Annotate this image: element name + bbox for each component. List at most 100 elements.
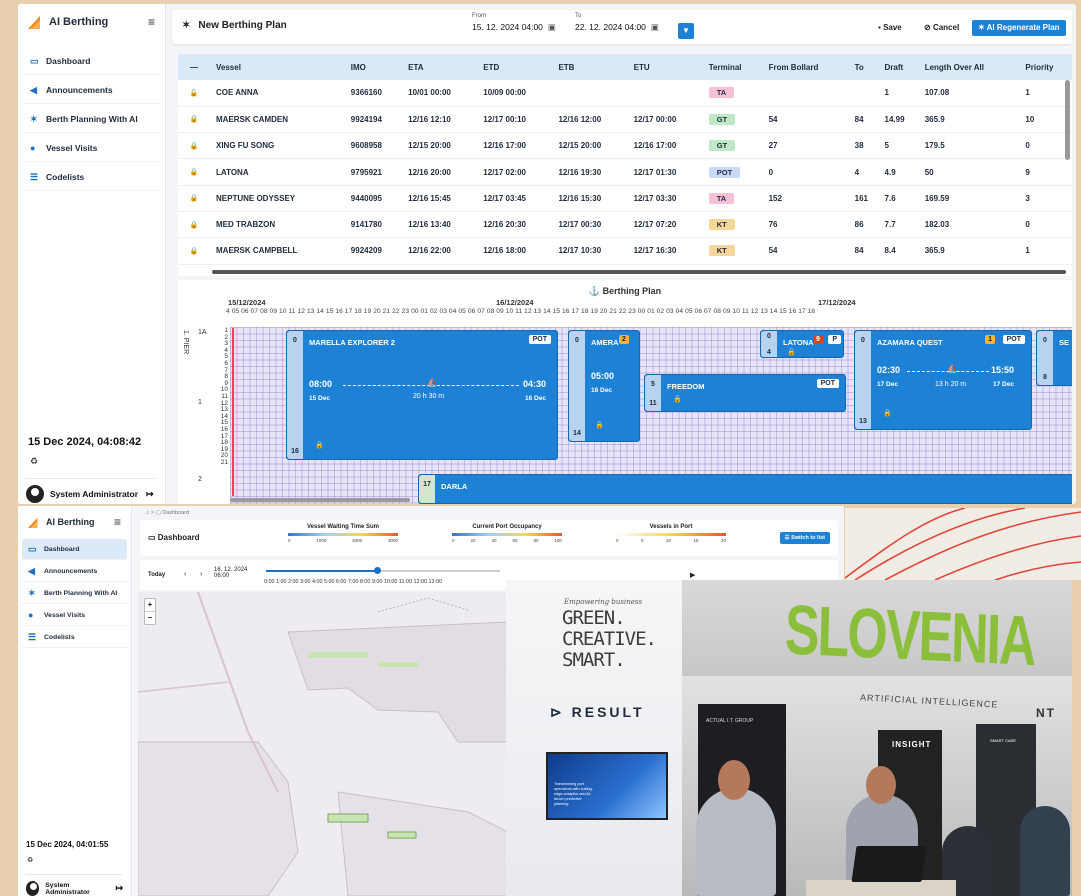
- filter-icon: ▼: [682, 26, 690, 35]
- vessel-block[interactable]: 5 11 FREEDOM POT 🔒: [644, 374, 846, 412]
- next-icon[interactable]: ›: [200, 571, 202, 578]
- table-row[interactable]: 🔒 MAERSK CAMPBELL 9924209 12/16 22:00 12/16 …: [178, 237, 1072, 265]
- calendar-icon[interactable]: ▣: [651, 22, 659, 33]
- vertical-scrollbar[interactable]: [1065, 80, 1070, 160]
- column-header[interactable]: Vessel: [210, 54, 345, 80]
- lock-icon[interactable]: 🔒: [178, 106, 210, 134]
- table-cell: 27: [762, 132, 849, 160]
- eta-time: 05:00: [591, 371, 615, 381]
- nav-dashboard[interactable]: ▭ Dashboard: [24, 48, 159, 75]
- vessel-block[interactable]: 0 14 AMERA 2 05:00 16 Dec 🔒: [568, 330, 640, 442]
- table-row[interactable]: 🔓 COE ANNA 9366160 10/01 00:00 10/09 00:00 TA…: [178, 80, 1072, 107]
- table-row[interactable]: 🔒 LATONA 9795921 12/16 20:00 12/17 02:00 12/1…: [178, 158, 1072, 186]
- table-row[interactable]: 🔒 MED TRABZON 9141780 12/16 13:40 12/16 20:3…: [178, 211, 1072, 239]
- sidebar: AI Berthing ≡ ▭ Dashboard ◀ Announcements …: [18, 506, 132, 896]
- bollard-from: 0: [293, 337, 297, 344]
- from-date[interactable]: From 15. 12. 2024 04:00 ▣: [472, 13, 556, 33]
- terminal-cell: TA: [702, 80, 763, 107]
- column-header[interactable]: Terminal: [702, 54, 763, 80]
- magic-wand-icon: ✶: [28, 587, 36, 598]
- brand[interactable]: AI Berthing ≡: [18, 4, 165, 40]
- play-icon[interactable]: ▶: [690, 571, 695, 579]
- nav-label: Vessel Visits: [44, 611, 86, 619]
- column-header[interactable]: ETB: [552, 54, 628, 80]
- column-header[interactable]: From Bollard: [762, 54, 849, 80]
- plan-scrollbar[interactable]: [230, 498, 410, 502]
- brand[interactable]: AI Berthing ≡: [18, 506, 131, 538]
- nav-codelists[interactable]: ☰ Codelists: [22, 627, 127, 648]
- nav-announcements[interactable]: ◀ Announcements: [24, 77, 159, 104]
- table-cell: 0: [762, 158, 849, 186]
- timeline-handle[interactable]: [374, 567, 381, 574]
- legend-waiting-time: Vessel Waiting Time Sum 0 1000 2000 3000: [288, 524, 398, 543]
- hamburger-menu-icon[interactable]: ≡: [148, 15, 155, 29]
- laptop: [851, 846, 927, 882]
- user-menu[interactable]: System Administrator ↦: [26, 478, 157, 503]
- slogan-line: GREEN.: [562, 607, 626, 629]
- filter-button[interactable]: ▼: [678, 23, 694, 39]
- to-date[interactable]: To 22. 12. 2024 04:00 ▣: [575, 13, 659, 33]
- horizontal-scrollbar[interactable]: [212, 270, 1066, 274]
- lock-icon[interactable]: 🔒: [178, 237, 210, 265]
- table-cell: 54: [762, 106, 849, 134]
- timeline-progress: [266, 570, 378, 572]
- table-cell: 10/01 00:00: [402, 80, 478, 107]
- calendar-icon[interactable]: ▣: [548, 22, 556, 33]
- table-row[interactable]: 🔒 NEPTUNE ODYSSEY 9440095 12/16 15:45 12/17 …: [178, 185, 1072, 212]
- table-cell: 107.08: [918, 80, 1020, 107]
- terminal-cell: KT: [702, 237, 763, 265]
- save-button[interactable]: ▪ Save: [872, 20, 908, 36]
- lock-icon[interactable]: 🔒: [178, 211, 210, 239]
- cancel-button[interactable]: ⊘ Cancel: [918, 20, 965, 36]
- nav-vessel-visits[interactable]: ● Vessel Visits: [22, 605, 127, 626]
- column-header[interactable]: IMO: [344, 54, 403, 80]
- zoom-out-icon[interactable]: −: [145, 611, 155, 624]
- table-cell: 8.4: [878, 237, 919, 265]
- prev-icon[interactable]: ‹: [184, 571, 186, 578]
- nav-vessel-visits[interactable]: ● Vessel Visits: [24, 135, 159, 162]
- ai-regenerate-button[interactable]: ✶ AI Regenerate Plan: [972, 20, 1066, 36]
- vessel-block[interactable]: 0 16 MARELLA EXPLORER 2 POT 08:00 15 Dec …: [286, 330, 558, 460]
- vessel-block[interactable]: 0 13 AZAMARA QUEST 1 POT 02:30 17 Dec ⛵ 1…: [854, 330, 1032, 430]
- vessel-block[interactable]: 17 DARLA: [418, 474, 1072, 504]
- recycle-icon[interactable]: ♻: [27, 856, 33, 864]
- timeline-track[interactable]: [266, 567, 500, 574]
- user-menu[interactable]: System Administrator ↦: [26, 874, 123, 896]
- hamburger-menu-icon[interactable]: ≡: [114, 515, 121, 529]
- lock-icon[interactable]: 🔒: [178, 132, 210, 160]
- clock: 15 Dec 2024, 04:08:42: [28, 436, 142, 448]
- column-header[interactable]: ETA: [402, 54, 478, 80]
- lock-icon[interactable]: 🔒: [178, 158, 210, 186]
- vessel-block[interactable]: 04 LATONA 9 P 🔒: [760, 330, 844, 358]
- lock-icon[interactable]: 🔒: [178, 185, 210, 212]
- nav-berth-planning[interactable]: ✶ Berth Planning With AI: [24, 106, 159, 133]
- today-button[interactable]: Today: [148, 572, 165, 578]
- column-header[interactable]: Length Over All: [918, 54, 1020, 80]
- logout-icon[interactable]: ↦: [146, 489, 154, 500]
- nav-dashboard[interactable]: ▭ Dashboard: [22, 539, 127, 560]
- result-text: RESULT: [571, 704, 645, 720]
- table-row[interactable]: 🔒 MAERSK CAMDEN 9924194 12/16 12:10 12/17 00…: [178, 106, 1072, 134]
- nav-berth-planning[interactable]: ✶ Berth Planning With AI: [22, 583, 127, 604]
- column-header[interactable]: Priority: [1019, 54, 1072, 80]
- nav-announcements[interactable]: ◀ Announcements: [22, 561, 127, 582]
- zoom-in-icon[interactable]: +: [145, 599, 155, 611]
- berth-label: 1A: [198, 329, 207, 336]
- recycle-icon[interactable]: ♻: [30, 456, 38, 467]
- logout-icon[interactable]: ↦: [115, 883, 123, 894]
- breadcrumb[interactable]: ⌂ > ▢ Dashboard: [146, 510, 189, 516]
- column-header[interactable]: ETD: [477, 54, 553, 80]
- unlock-icon[interactable]: 🔓: [178, 80, 210, 107]
- etd-date: 16 Dec: [525, 395, 546, 402]
- vessel-block[interactable]: 08 SE: [1036, 330, 1072, 386]
- port-map[interactable]: + −: [138, 592, 508, 896]
- day-label: 16/12/2024: [496, 298, 534, 307]
- column-header[interactable]: ETU: [627, 54, 703, 80]
- table-row[interactable]: 🔒 XING FU SONG 9608958 12/15 20:00 12/16 17:…: [178, 132, 1072, 160]
- column-header[interactable]: Draft: [878, 54, 919, 80]
- legend-ticks: 0 20 40 60 80 100: [452, 538, 562, 543]
- switch-to-list-button[interactable]: ☰ Switch to list: [779, 532, 830, 544]
- nav-codelists[interactable]: ☰ Codelists: [24, 164, 159, 191]
- column-header[interactable]: To: [848, 54, 879, 80]
- bollard-range: 0 14: [569, 331, 585, 441]
